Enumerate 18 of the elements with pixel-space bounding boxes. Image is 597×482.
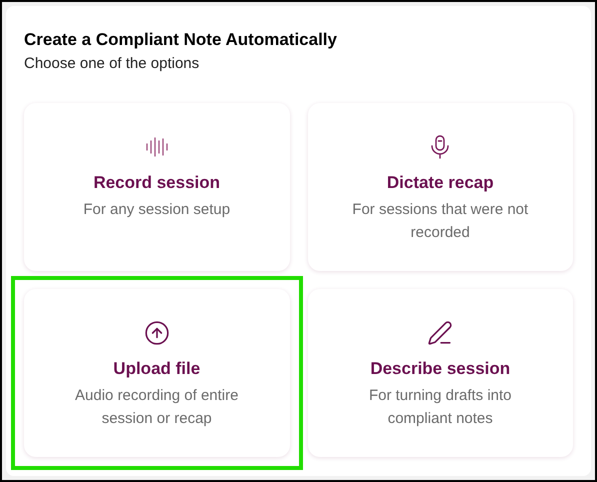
option-description: Audio recording of entire session or recap xyxy=(74,386,240,429)
dialog-title: Create a Compliant Note Automatically xyxy=(24,29,338,51)
pencil-icon xyxy=(427,320,454,346)
option-title: Upload file xyxy=(113,358,200,380)
option-card[interactable]: Dictate recap For sessions that were not recorded xyxy=(308,103,573,271)
dialog-subtitle: Choose one of the options xyxy=(24,54,200,74)
option-card[interactable]: Describe session For turning drafts into compliant notes xyxy=(308,289,573,457)
waveform-icon xyxy=(144,137,169,157)
option-card[interactable]: Upload file Audio recording of entire session or recap xyxy=(24,289,290,457)
option-title: Dictate recap xyxy=(386,172,494,194)
option-title: Record session xyxy=(93,172,220,194)
option-description: For turning drafts into compliant notes xyxy=(368,386,513,429)
option-title: Describe session xyxy=(370,358,510,380)
upload-icon xyxy=(144,320,170,346)
option-card[interactable]: Record session For any session setup xyxy=(24,103,290,271)
option-description: For any session setup xyxy=(83,200,230,220)
microphone-icon xyxy=(429,135,452,159)
option-description: For sessions that were not recorded xyxy=(351,200,530,243)
